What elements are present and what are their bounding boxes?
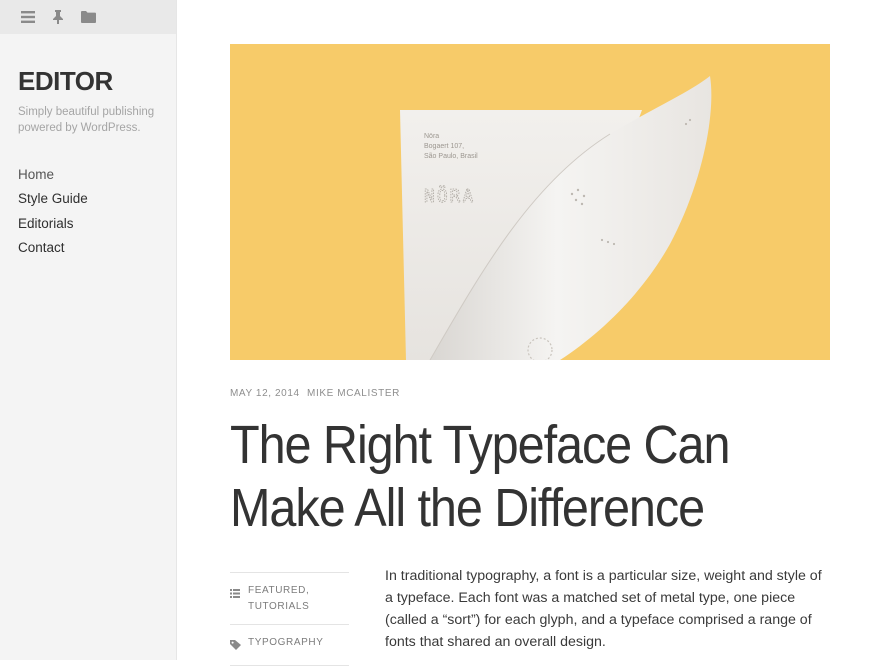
post-title-line-2: Make All the Difference: [230, 478, 705, 538]
nav-item-home[interactable]: Home: [18, 163, 88, 187]
site-description: Simply beautiful publishing powered by W…: [18, 106, 155, 134]
nav-item-style-guide[interactable]: Style Guide: [18, 187, 88, 211]
list-icon: [230, 589, 240, 598]
pin-button[interactable]: [50, 9, 66, 25]
sidebar-toolbar: [0, 0, 176, 34]
category-link-featured[interactable]: FEATURED,: [248, 585, 309, 596]
folder-icon: [80, 11, 96, 23]
post-title[interactable]: The Right Typeface Can Make All the Diff…: [230, 414, 770, 540]
sidebar: EDITOR Simply beautiful publishing power…: [0, 0, 177, 660]
post-date[interactable]: MAY 12, 2014: [230, 388, 300, 399]
post-title-line-1: The Right Typeface Can: [230, 415, 731, 475]
post-categories: FEATURED, TUTORIALS: [230, 572, 349, 624]
nav-item-editorials[interactable]: Editorials: [18, 212, 88, 236]
featured-image[interactable]: Nöra Bogaert 107, São Paulo, Brasil NÖRA: [230, 44, 830, 360]
post-author[interactable]: MIKE MCALISTER: [307, 388, 400, 399]
site-title[interactable]: EDITOR: [18, 66, 113, 97]
main-navigation: Home Style Guide Editorials Contact: [18, 163, 88, 260]
post-body-paragraph: In traditional typography, a font is a p…: [385, 568, 822, 650]
pin-icon: [53, 10, 63, 24]
category-link-tutorials[interactable]: TUTORIALS: [248, 601, 309, 612]
hamburger-icon: [21, 11, 35, 23]
post-meta: MAY 12, 2014 MIKE MCALISTER: [230, 388, 404, 399]
tag-link-typography[interactable]: TYPOGRAPHY: [248, 637, 323, 648]
tag-icon: [230, 640, 241, 650]
letterhead-name: Nöra: [424, 133, 439, 140]
post-taxonomy: FEATURED, TUTORIALS TYPOGRAPHY: [230, 572, 349, 666]
menu-toggle-button[interactable]: [20, 9, 36, 25]
letterhead-logo-text: NÖRA: [424, 185, 475, 207]
letterhead-address-line-2: São Paulo, Brasil: [424, 153, 478, 160]
post-content-area: Nöra Bogaert 107, São Paulo, Brasil NÖRA: [230, 44, 830, 360]
folder-button[interactable]: [80, 9, 96, 25]
letterhead-address-line-1: Bogaert 107,: [424, 143, 464, 150]
nav-item-contact[interactable]: Contact: [18, 236, 88, 260]
letterhead-illustration: Nöra Bogaert 107, São Paulo, Brasil NÖRA: [400, 76, 712, 360]
